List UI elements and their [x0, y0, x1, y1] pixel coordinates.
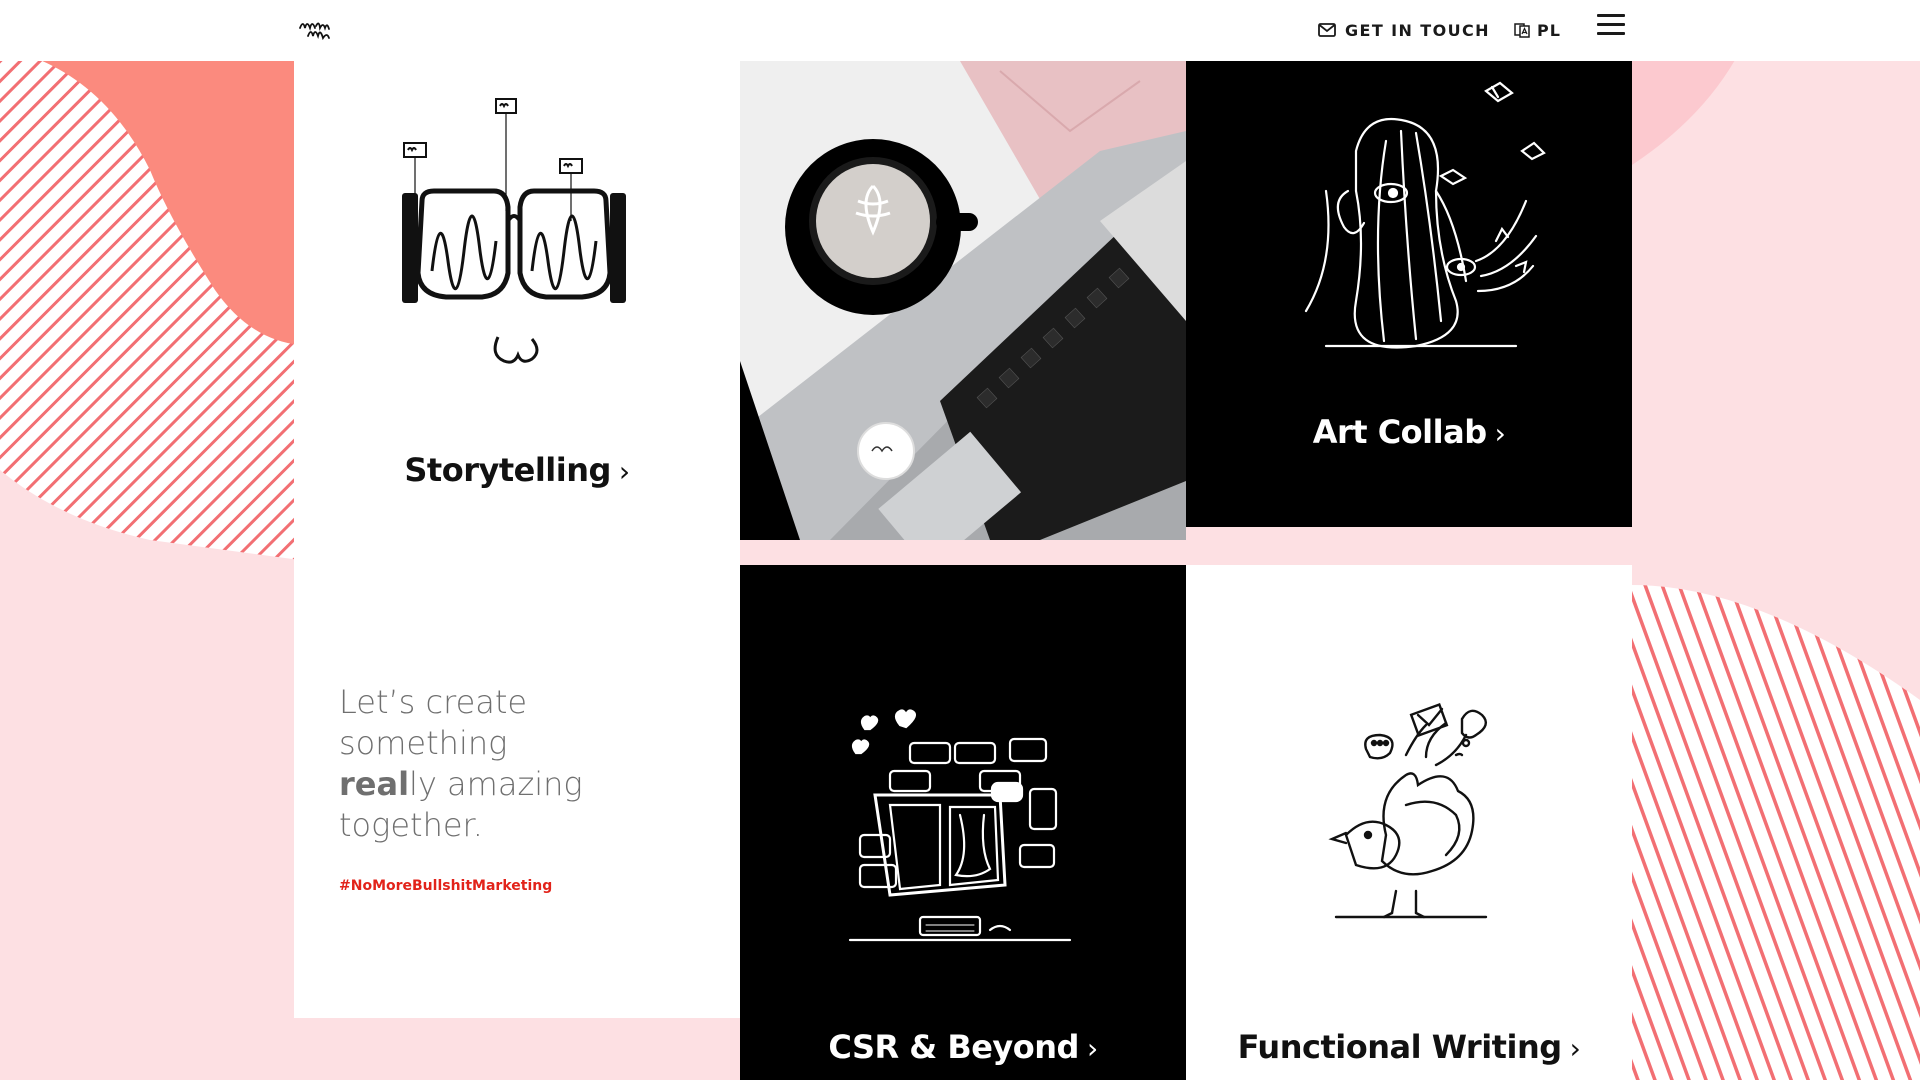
chevron-right-icon: ›: [1086, 1032, 1098, 1065]
csr-tile[interactable]: CSR & Beyond ›: [740, 565, 1186, 1080]
tagline-text: Let’s create something really amazing to…: [339, 682, 639, 846]
hashtag-link[interactable]: #NoMoreBullshitMarketing: [339, 878, 552, 894]
functional-writing-title[interactable]: Functional Writing ›: [1186, 1028, 1632, 1066]
site-header: GET IN TOUCH PL: [0, 0, 1920, 61]
brand-logo[interactable]: [296, 12, 342, 48]
chevron-right-icon: ›: [1494, 417, 1506, 450]
get-in-touch-label: GET IN TOUCH: [1345, 20, 1490, 40]
storytelling-tile[interactable]: Storytelling ›: [294, 61, 740, 531]
language-switch[interactable]: PL: [1514, 18, 1561, 42]
csr-title[interactable]: CSR & Beyond ›: [740, 1028, 1186, 1066]
language-icon: [1514, 23, 1530, 38]
get-in-touch-link[interactable]: GET IN TOUCH: [1318, 18, 1490, 42]
art-collab-illustration: [1304, 81, 1546, 349]
envelope-icon: [1318, 23, 1336, 37]
art-collab-tile[interactable]: Art Collab ›: [1186, 61, 1632, 527]
coffee-laptop-photo: [740, 61, 1186, 540]
language-label: PL: [1537, 20, 1561, 40]
chevron-right-icon: ›: [618, 455, 630, 488]
tagline-line-4: together.: [339, 806, 483, 844]
tagline-line-1: Let’s create: [339, 683, 528, 721]
tagline-emphasis: real: [339, 765, 410, 803]
coffee-laptop-image: [740, 61, 1186, 540]
bird-illustration: [1328, 702, 1488, 919]
tagline-line-2: something: [339, 724, 508, 762]
glasses-illustration: [402, 98, 626, 364]
functional-writing-tile[interactable]: Functional Writing ›: [1186, 565, 1632, 1080]
art-collab-title[interactable]: Art Collab ›: [1186, 413, 1632, 451]
tagline-line-3-rest: ly amazing: [409, 765, 583, 803]
csr-illustration: [848, 709, 1072, 942]
hamburger-menu-icon[interactable]: [1597, 14, 1625, 36]
chevron-right-icon: ›: [1569, 1032, 1581, 1065]
tagline-line-3: really amazing: [339, 764, 639, 805]
storytelling-title[interactable]: Storytelling ›: [294, 451, 740, 489]
